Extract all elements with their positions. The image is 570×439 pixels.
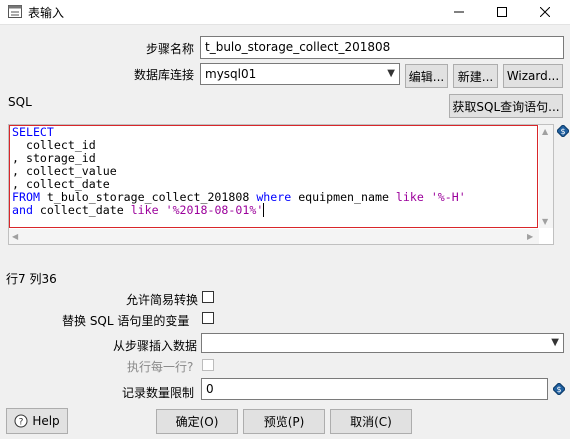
execute-each-row-label: 执行每一行? — [127, 360, 194, 374]
sql-editor[interactable]: SELECT collect_id , storage_id , collect… — [8, 124, 554, 245]
scroll-right-icon[interactable]: ▶ — [527, 232, 533, 241]
table-input-icon — [8, 5, 22, 18]
sql-line-7: and collect_date like '%2018-08-01%' — [12, 203, 535, 217]
lazy-conversion-checkbox[interactable] — [202, 291, 214, 303]
close-button[interactable] — [523, 0, 567, 24]
step-name-label: 步骤名称 — [146, 42, 195, 56]
cancel-button[interactable]: 取消(C) — [330, 409, 412, 434]
svg-text:?: ? — [19, 418, 24, 428]
help-icon: ? — [14, 414, 28, 428]
svg-text:$: $ — [560, 127, 565, 136]
sql-keyword: like — [130, 203, 159, 217]
text-cursor — [263, 203, 265, 217]
close-icon — [540, 7, 550, 17]
title-bar: 表输入 — [0, 0, 570, 25]
edit-connection-button[interactable]: 编辑... — [405, 64, 448, 88]
sql-label: SQL — [8, 95, 32, 109]
sql-identifier: , collect_date — [12, 177, 110, 191]
chevron-down-icon: ▼ — [551, 337, 559, 348]
sql-identifier: collect_id — [12, 138, 96, 152]
chevron-down-icon: ▼ — [387, 68, 395, 79]
connection-value: mysql01 — [205, 67, 257, 81]
variable-icon: $ — [557, 125, 569, 137]
insert-from-step-label: 从步骤插入数据 — [113, 339, 198, 353]
sql-identifier: equipmen_name — [291, 190, 396, 204]
minimize-icon — [454, 11, 464, 13]
ok-button[interactable]: 确定(O) — [156, 409, 238, 434]
maximize-button[interactable] — [480, 0, 524, 24]
limit-label: 记录数量限制 — [122, 386, 195, 400]
scroll-down-icon[interactable]: ▼ — [542, 217, 548, 226]
horizontal-scrollbar[interactable]: ◀ ▶ — [9, 229, 539, 244]
limit-input[interactable]: 0 — [201, 378, 548, 400]
connection-select[interactable]: mysql01 ▼ — [200, 63, 400, 85]
cursor-position-status: 行7 列36 — [6, 272, 57, 286]
maximize-icon — [497, 7, 507, 17]
sql-keyword: SELECT — [12, 125, 54, 139]
preview-button[interactable]: 预览(P) — [243, 409, 325, 434]
sql-identifier: , collect_value — [12, 164, 117, 178]
sql-keyword: and — [12, 203, 33, 217]
new-connection-button[interactable]: 新建... — [453, 64, 498, 88]
lazy-conversion-label: 允许简易转换 — [126, 293, 199, 307]
connection-label: 数据库连接 — [134, 68, 195, 82]
scroll-up-icon[interactable]: ▲ — [542, 127, 548, 136]
sql-identifier: , storage_id — [12, 151, 96, 165]
sql-keyword: like — [395, 190, 424, 204]
execute-each-row-checkbox[interactable] — [202, 359, 214, 371]
sql-keyword: where — [256, 190, 292, 204]
sql-keyword: FROM — [12, 190, 40, 204]
sql-text-area[interactable]: SELECT collect_id , storage_id , collect… — [9, 125, 538, 228]
replace-variables-label: 替换 SQL 语句里的变量 — [62, 314, 190, 328]
sql-string: '%2018-08-01%' — [158, 203, 264, 217]
variable-icon: $ — [553, 383, 565, 395]
sql-string: '%-H' — [423, 190, 466, 204]
step-name-input[interactable]: t_bulo_storage_collect_201808 — [200, 36, 564, 59]
minimize-button[interactable] — [437, 0, 481, 24]
help-label: Help — [32, 414, 60, 428]
wizard-button[interactable]: Wizard... — [503, 64, 563, 88]
sql-identifier: collect_date — [32, 203, 131, 217]
insert-from-step-select[interactable]: ▼ — [201, 333, 564, 353]
sql-identifier: t_bulo_storage_collect_201808 — [39, 190, 257, 204]
scroll-left-icon[interactable]: ◀ — [12, 232, 18, 241]
help-button[interactable]: ? Help — [6, 408, 68, 434]
window-title: 表输入 — [28, 6, 65, 20]
get-sql-button[interactable]: 获取SQL查询语句... — [449, 94, 563, 118]
svg-text:$: $ — [556, 385, 561, 394]
vertical-scrollbar[interactable]: ▲ ▼ — [539, 125, 553, 228]
replace-variables-checkbox[interactable] — [202, 312, 214, 324]
